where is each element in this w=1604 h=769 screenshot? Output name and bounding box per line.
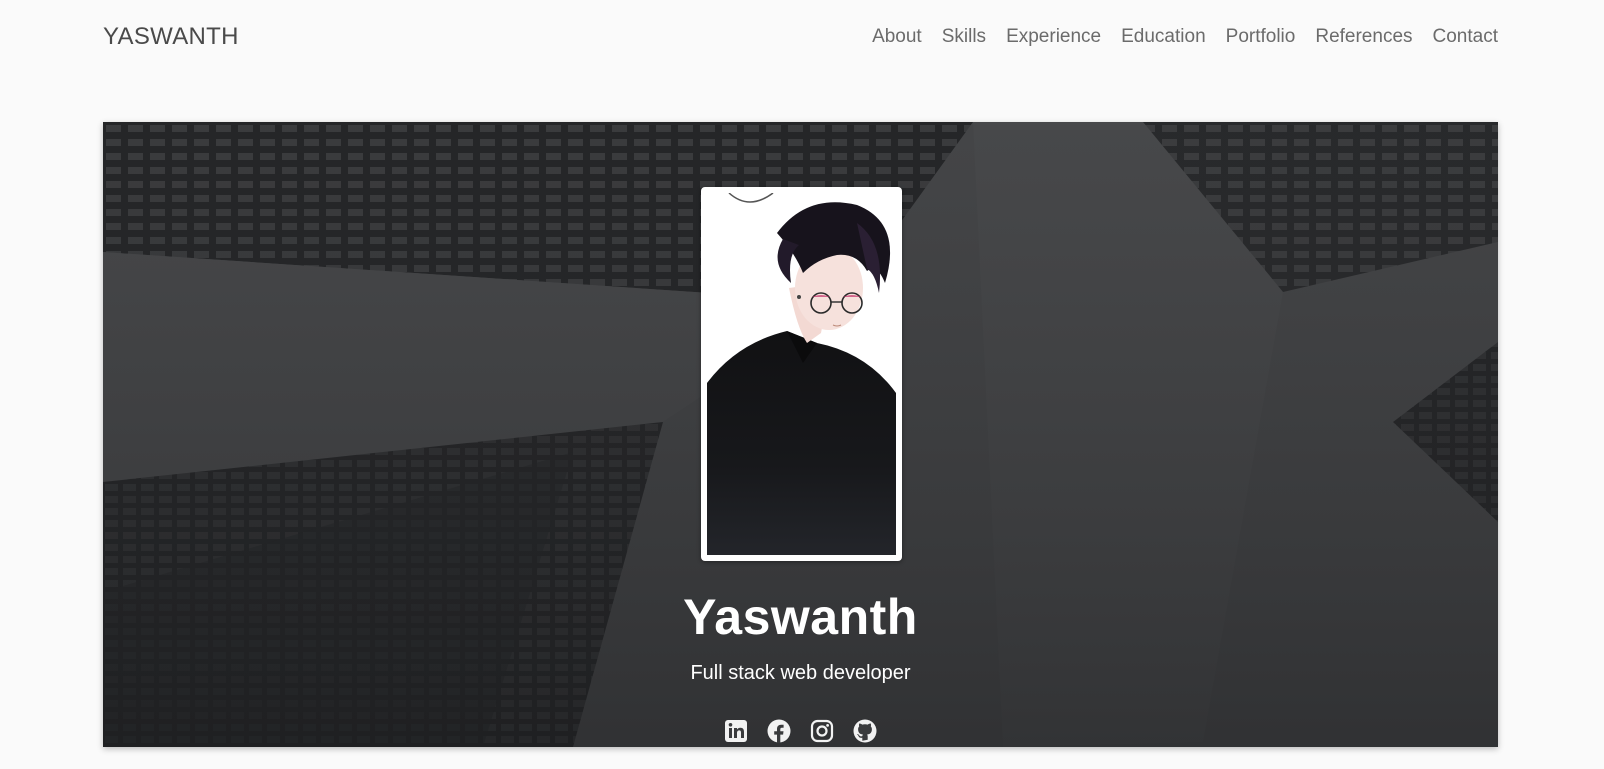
facebook-icon[interactable]	[767, 719, 791, 743]
top-navbar: YASWANTH About Skills Experience Educati…	[0, 0, 1604, 76]
nav-link-portfolio[interactable]: Portfolio	[1226, 26, 1296, 48]
linkedin-icon[interactable]	[724, 719, 748, 743]
nav-link-contact[interactable]: Contact	[1433, 26, 1498, 48]
brand-logo[interactable]: YASWANTH	[103, 23, 239, 51]
social-links	[103, 719, 1498, 743]
profile-portrait	[701, 187, 902, 561]
hero-section: Yaswanth Full stack web developer	[103, 122, 1498, 747]
nav-link-experience[interactable]: Experience	[1006, 26, 1101, 48]
nav-links: About Skills Experience Education Portfo…	[872, 26, 1498, 48]
nav-link-about[interactable]: About	[872, 26, 922, 48]
nav-link-education[interactable]: Education	[1121, 26, 1206, 48]
github-icon[interactable]	[853, 719, 877, 743]
hero-name: Yaswanth	[683, 589, 918, 645]
portrait-illustration	[707, 193, 896, 555]
nav-link-skills[interactable]: Skills	[942, 26, 986, 48]
hero-subtitle: Full stack web developer	[690, 662, 911, 684]
nav-link-references[interactable]: References	[1315, 26, 1412, 48]
instagram-icon[interactable]	[810, 719, 834, 743]
